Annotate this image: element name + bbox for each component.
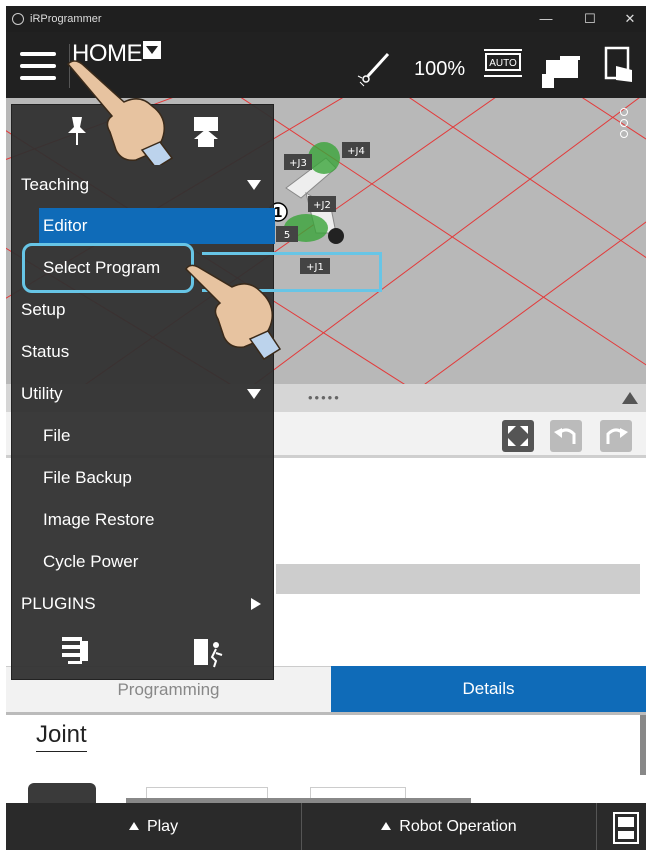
drag-handle-icon[interactable]: •••••: [308, 390, 341, 405]
select-program-highlight: [22, 243, 194, 293]
minimize-button[interactable]: —: [536, 10, 556, 28]
exit-icon[interactable]: [190, 635, 228, 671]
window-title: iRProgrammer: [30, 13, 102, 25]
program-line[interactable]: [276, 564, 640, 594]
menu-item-label: Status: [21, 342, 70, 361]
chevron-down-icon: [247, 389, 261, 399]
menu-item-label: Teaching: [21, 175, 90, 194]
menu-item-plugins[interactable]: PLUGINS: [12, 586, 275, 622]
joint-tag-j5[interactable]: 5: [284, 230, 290, 241]
pointing-hand-2-icon: [185, 264, 282, 361]
auto-mode-icon[interactable]: AUTO: [482, 46, 526, 82]
menu-item-label: Utility: [21, 384, 63, 403]
menu-item-image-restore[interactable]: Image Restore: [12, 502, 275, 538]
close-button[interactable]: ✕: [620, 10, 640, 28]
menu-item-label: Cycle Power: [43, 552, 139, 571]
menu-item-file[interactable]: File: [12, 418, 275, 454]
expand-icon: [508, 426, 528, 446]
menu-item-file-backup[interactable]: File Backup: [12, 460, 275, 496]
menu-item-teaching[interactable]: Teaching: [12, 167, 275, 203]
jog-button[interactable]: [28, 783, 96, 803]
menu-item-editor[interactable]: Editor: [12, 208, 275, 244]
pendant-icon[interactable]: [611, 811, 641, 845]
laser-pointer-icon[interactable]: [356, 46, 398, 88]
more-options-icon[interactable]: [620, 108, 628, 141]
undo-icon: [554, 428, 576, 444]
maximize-button[interactable]: ☐: [580, 10, 600, 28]
menu-item-label: Editor: [43, 216, 88, 235]
joint-tag-j4[interactable]: +J4: [347, 146, 365, 157]
chevron-right-icon: [251, 598, 261, 610]
main-menu: Teaching Editor Select Program Setup Sta…: [11, 104, 382, 680]
menu-item-label: Setup: [21, 300, 66, 319]
pointing-hand-icon: [66, 60, 174, 165]
menu-icon: [20, 52, 56, 56]
triangle-up-icon: [381, 822, 392, 830]
menu-item-label: Image Restore: [43, 510, 155, 529]
details-panel: Joint: [6, 715, 646, 803]
touch-screen-icon[interactable]: [602, 46, 640, 86]
settings-list-icon[interactable]: [58, 633, 92, 671]
redo-button[interactable]: [600, 420, 632, 452]
speed-override[interactable]: 100%: [414, 58, 465, 81]
bottom-bar: Play Robot Operation: [6, 803, 646, 850]
menu-item-label: File Backup: [43, 468, 132, 487]
menu-item-label: PLUGINS: [21, 594, 96, 613]
menu-item-cycle-power[interactable]: Cycle Power: [12, 544, 275, 580]
robot-teach-icon[interactable]: [540, 48, 586, 88]
play-button[interactable]: Play: [6, 803, 302, 850]
robot-operation-label: Robot Operation: [399, 818, 517, 835]
play-label: Play: [146, 818, 179, 835]
vertical-scrollbar[interactable]: [640, 715, 646, 775]
triangle-up-icon: [128, 822, 139, 830]
menu-item-utility[interactable]: Utility: [12, 376, 275, 412]
redo-icon: [606, 428, 628, 444]
robot-operation-button[interactable]: Robot Operation: [302, 803, 597, 850]
collapse-up-icon[interactable]: [622, 392, 638, 404]
undo-button[interactable]: [550, 420, 582, 452]
tab-details[interactable]: Details: [331, 666, 646, 712]
fullscreen-button[interactable]: [502, 420, 534, 452]
window-titlebar: iRProgrammer — ☐ ✕: [6, 6, 646, 32]
joint-tag-j3[interactable]: +J3: [289, 158, 307, 169]
joint-tag-j2[interactable]: +J2: [313, 200, 331, 211]
menu-item-label: File: [43, 426, 71, 445]
home-menu-icon[interactable]: [190, 113, 224, 149]
app-logo-icon: [12, 13, 24, 25]
joint-heading: Joint: [36, 721, 87, 752]
chevron-down-icon: [247, 180, 261, 190]
auto-label: AUTO: [489, 58, 517, 69]
